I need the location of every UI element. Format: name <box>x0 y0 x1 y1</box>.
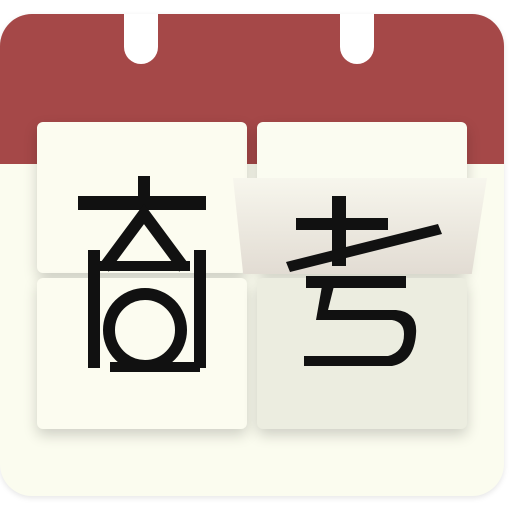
glyph-char-1-text: 高 <box>80 378 81 381</box>
glyph-char-1 <box>78 176 206 372</box>
app-icon[interactable]: 高 考 <box>0 0 512 512</box>
glyph-char-2-text: 考 <box>290 378 291 381</box>
glyph-layer: 高 考 <box>78 176 442 381</box>
glyph-char-2 <box>286 196 442 366</box>
